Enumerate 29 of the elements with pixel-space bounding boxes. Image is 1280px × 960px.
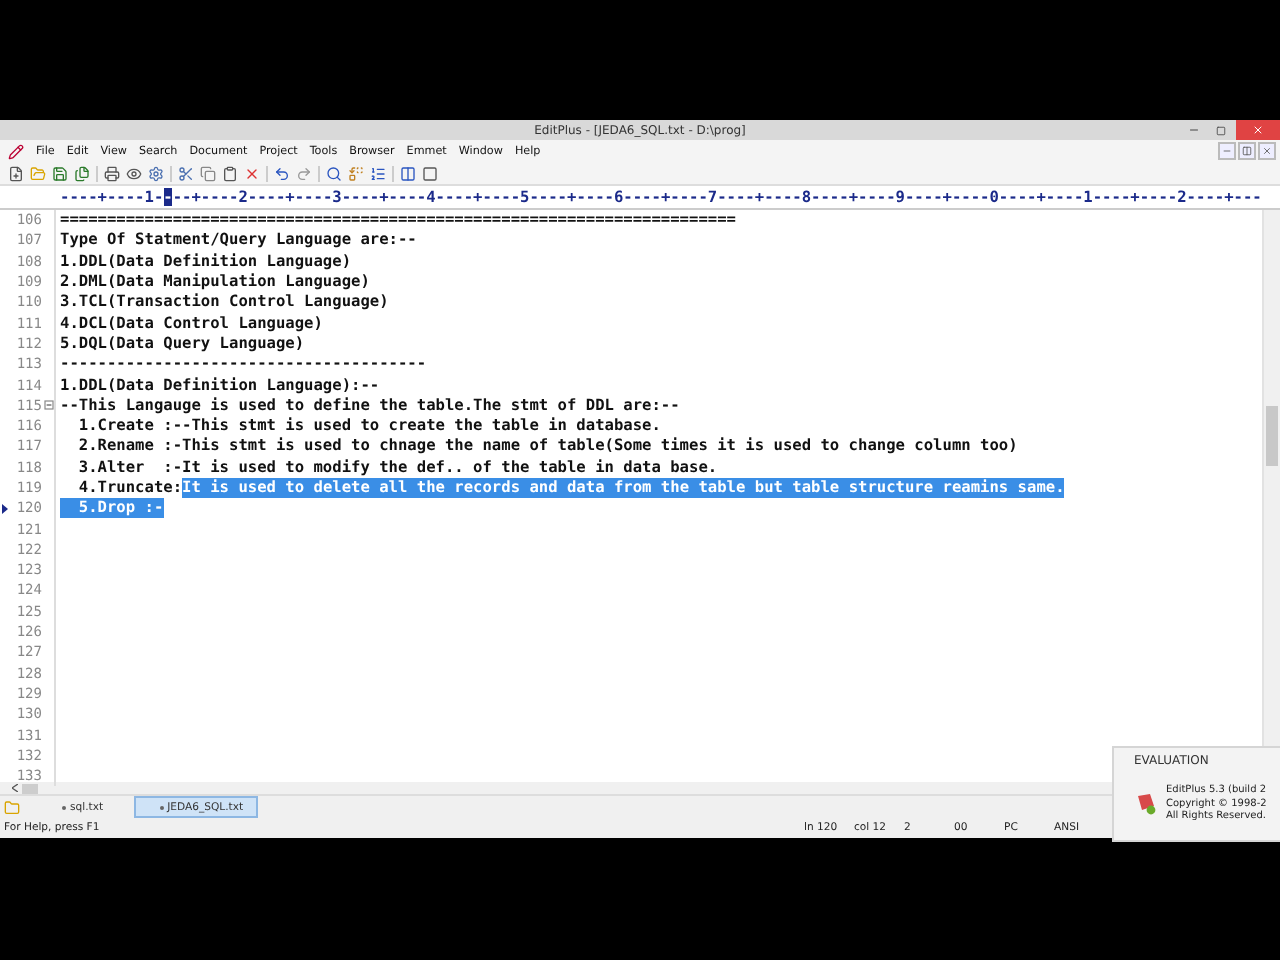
- gear-icon[interactable]: [148, 165, 164, 181]
- pen-icon[interactable]: [8, 143, 24, 159]
- list-icon[interactable]: [370, 165, 386, 181]
- close-button[interactable]: [1235, 120, 1280, 140]
- window-icon[interactable]: [422, 165, 438, 181]
- cut-icon[interactable]: [178, 165, 194, 181]
- new-file-icon[interactable]: [8, 165, 24, 181]
- search-icon[interactable]: [326, 165, 342, 181]
- printer-icon[interactable]: [104, 165, 120, 181]
- save-icon[interactable]: [52, 165, 68, 181]
- clipboard-icon[interactable]: [222, 165, 238, 181]
- close-button[interactable]: [1258, 142, 1276, 160]
- fold-icon[interactable]: [43, 400, 53, 411]
- restore-icon: [1242, 146, 1252, 156]
- undo-icon[interactable]: [274, 165, 290, 181]
- scroll-thumb[interactable]: [22, 783, 38, 793]
- close-icon: [1251, 124, 1264, 136]
- scroll-left-icon[interactable]: [12, 784, 18, 792]
- maximize-icon[interactable]: [1216, 125, 1227, 135]
- replace-icon[interactable]: [348, 165, 364, 181]
- minimize-icon[interactable]: [1187, 124, 1200, 136]
- columns-icon[interactable]: [400, 165, 416, 181]
- files-icon[interactable]: [74, 165, 90, 181]
- copy-icon[interactable]: [200, 165, 216, 181]
- redo-icon[interactable]: [296, 165, 312, 181]
- eye-icon[interactable]: [126, 165, 142, 181]
- minimize-icon: [1222, 146, 1232, 156]
- delete-icon[interactable]: [244, 165, 260, 181]
- restore-button[interactable]: [1238, 142, 1256, 160]
